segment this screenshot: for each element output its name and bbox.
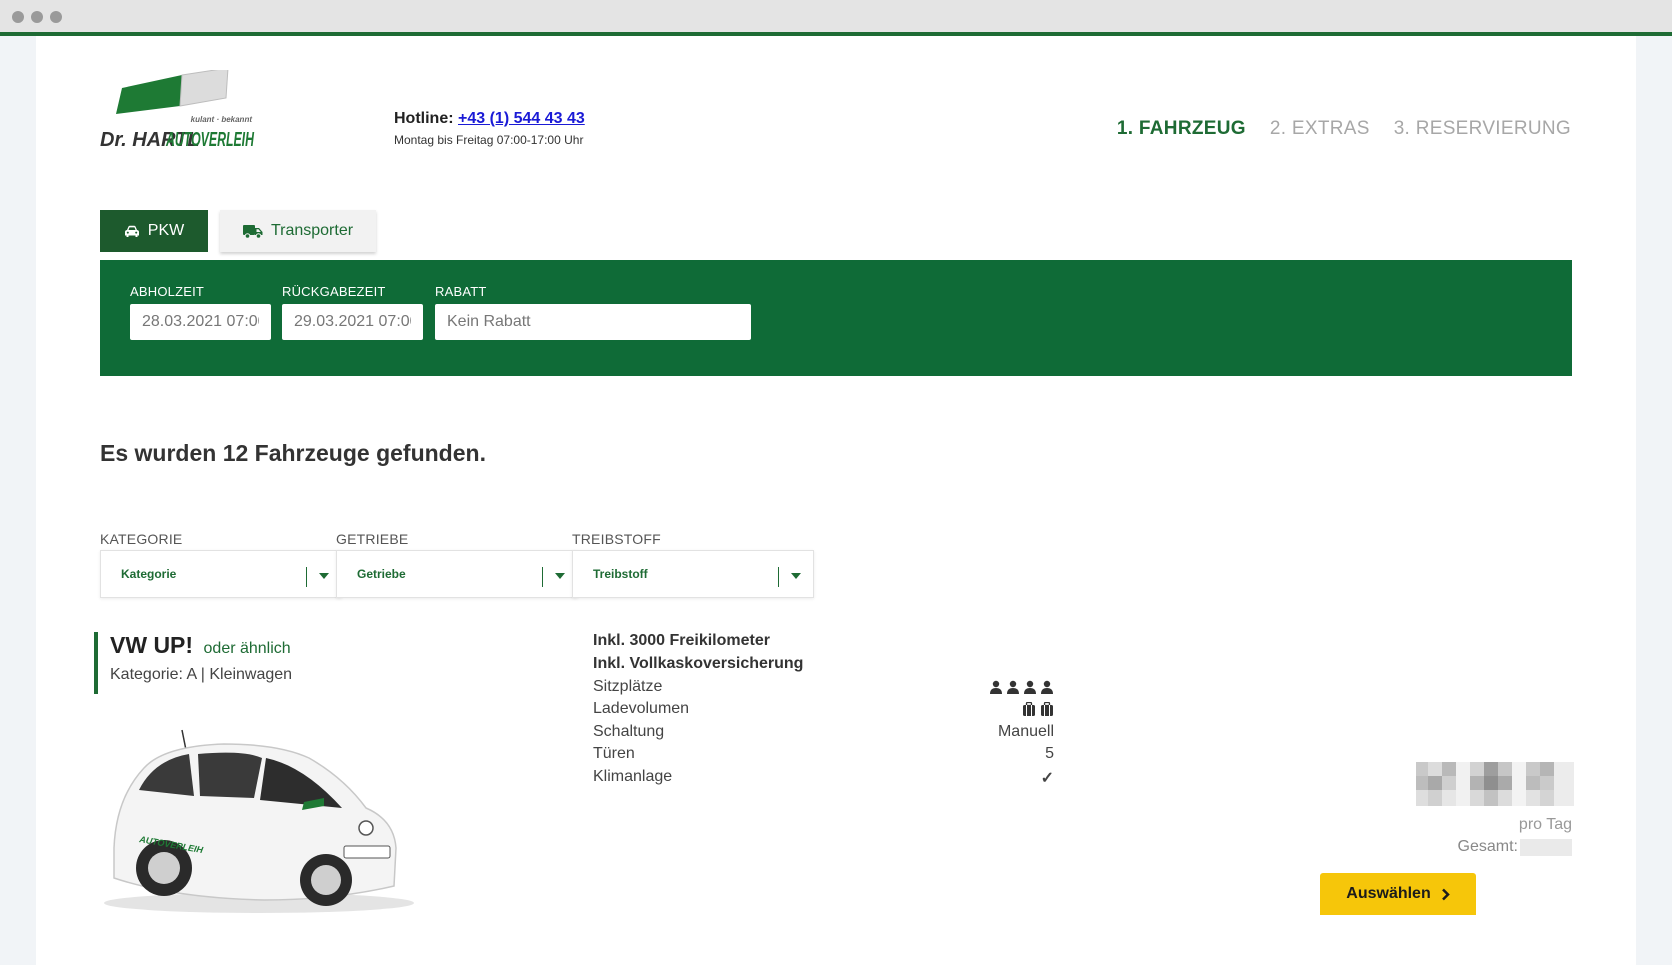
truck-icon [242,224,263,239]
spec-doors-value: 5 [1045,745,1054,762]
pickup-label: ABHOLZEIT [130,284,205,299]
spec-luggage-label: Ladevolumen [593,700,690,717]
search-panel: ABHOLZEIT RÜCKGABEZEIT RABATT [100,260,1572,376]
hotline-label: Hotline: [394,110,454,127]
person-icon [1024,680,1036,694]
chevron-down-icon [791,573,801,579]
price-block: pro Tag Gesamt: [1334,762,1574,952]
person-icon [1007,680,1019,694]
spec-doors-label: Türen [593,745,635,762]
step-reservation[interactable]: 3. RESERVIERUNG [1394,118,1571,140]
spec-luggage: Ladevolumen [593,700,1054,722]
step-vehicle[interactable]: 1. FAHRZEUG [1117,118,1246,140]
hotline-block: Hotline: +43 (1) 544 43 43 Montag bis Fr… [394,110,585,147]
seats-icons [989,680,1054,694]
select-separator [542,567,543,587]
pickup-datetime-input[interactable] [130,304,271,340]
gear-filter-label: GETRIEBE [336,531,409,547]
discount-input[interactable] [435,304,751,340]
window-minimize-dot[interactable] [31,11,43,23]
vehicle-name: VW UP! [110,632,194,658]
vehicle-category: Kategorie: A | Kleinwagen [110,666,293,683]
category-filter-select[interactable]: Kategorie [100,550,342,598]
hotline-phone-link[interactable]: +43 (1) 544 43 43 [458,110,585,127]
return-datetime-input[interactable] [282,304,423,340]
chevron-right-icon [1441,888,1450,900]
suitcase-icon [1041,702,1053,716]
spec-gear-label: Schaltung [593,723,665,740]
fuel-filter-label: TREIBSTOFF [572,531,661,547]
discount-label: RABATT [435,284,487,299]
spec-gear-value: Manuell [997,723,1054,740]
person-icon [1041,680,1053,694]
hotline-hours: Montag bis Freitag 07:00-17:00 Uhr [394,133,584,147]
spec-seats-label: Sitzplätze [593,678,663,695]
car-icon [124,225,139,237]
fuel-filter-value: Treibstoff [593,567,648,581]
select-vehicle-button[interactable]: Auswählen [1320,873,1476,915]
luggage-icons [1022,702,1054,716]
chevron-down-icon [319,573,329,579]
window-close-dot[interactable] [12,11,24,23]
brand-logo[interactable]: kulant · bekannt Dr. HARTL AUTOVERLEIH [100,70,270,180]
category-filter-value: Kategorie [121,567,177,581]
step-extras[interactable]: 2. EXTRAS [1270,118,1370,140]
spec-doors: Türen 5 [593,745,1054,767]
category-filter-label: KATEGORIE [100,531,183,547]
feature-insurance: Inkl. Vollkaskoversicherung [593,655,804,672]
suitcase-icon [1023,702,1035,716]
check-icon: ✓ [1040,770,1054,787]
chevron-down-icon [555,573,565,579]
tab-transporter-label: Transporter [270,222,354,239]
total-price: Gesamt: [1458,838,1572,856]
return-label: RÜCKGABEZEIT [282,284,386,299]
fuel-filter-select[interactable]: Treibstoff [572,550,814,598]
total-label: Gesamt: [1457,838,1518,855]
brand-accent: AUTOVERLEIH [165,129,254,151]
spec-ac: Klimanlage ✓ [593,768,1054,790]
gear-filter-select[interactable]: Getriebe [336,550,578,598]
select-separator [306,567,307,587]
vehicle-title-block: VW UP! oder ähnlich Kategorie: A | Klein… [94,632,292,694]
booking-steps: 1. FAHRZEUG 2. EXTRAS 3. RESERVIERUNG [1117,118,1571,140]
tab-pkw[interactable]: PKW [100,210,208,252]
window-maximize-dot[interactable] [50,11,62,23]
spec-seats: Sitzplätze [593,678,1054,700]
vehicle-similar-note: oder ähnlich [203,640,291,657]
spec-gear: Schaltung Manuell [593,723,1054,745]
page-content: kulant · bekannt Dr. HARTL AUTOVERLEIH H… [36,36,1636,965]
person-icon [990,680,1002,694]
brand-tagline: kulant · bekannt [191,115,253,124]
select-button-label: Auswählen [1346,885,1431,902]
gear-filter-value: Getriebe [357,567,406,581]
price-unit: pro Tag [1518,816,1572,833]
feature-free-km: Inkl. 3000 Freikilometer [593,632,770,649]
tab-transporter[interactable]: Transporter [220,210,376,252]
spec-ac-label: Klimanlage [593,768,673,785]
total-value-obscured [1520,838,1572,856]
vehicle-image: AUTOVERLEIH [104,729,414,913]
tab-pkw-label: PKW [147,222,185,239]
price-obscured [1416,762,1574,806]
select-separator [778,567,779,587]
browser-titlebar [0,0,1672,32]
results-count-heading: Es wurden 12 Fahrzeuge gefunden. [100,440,486,466]
